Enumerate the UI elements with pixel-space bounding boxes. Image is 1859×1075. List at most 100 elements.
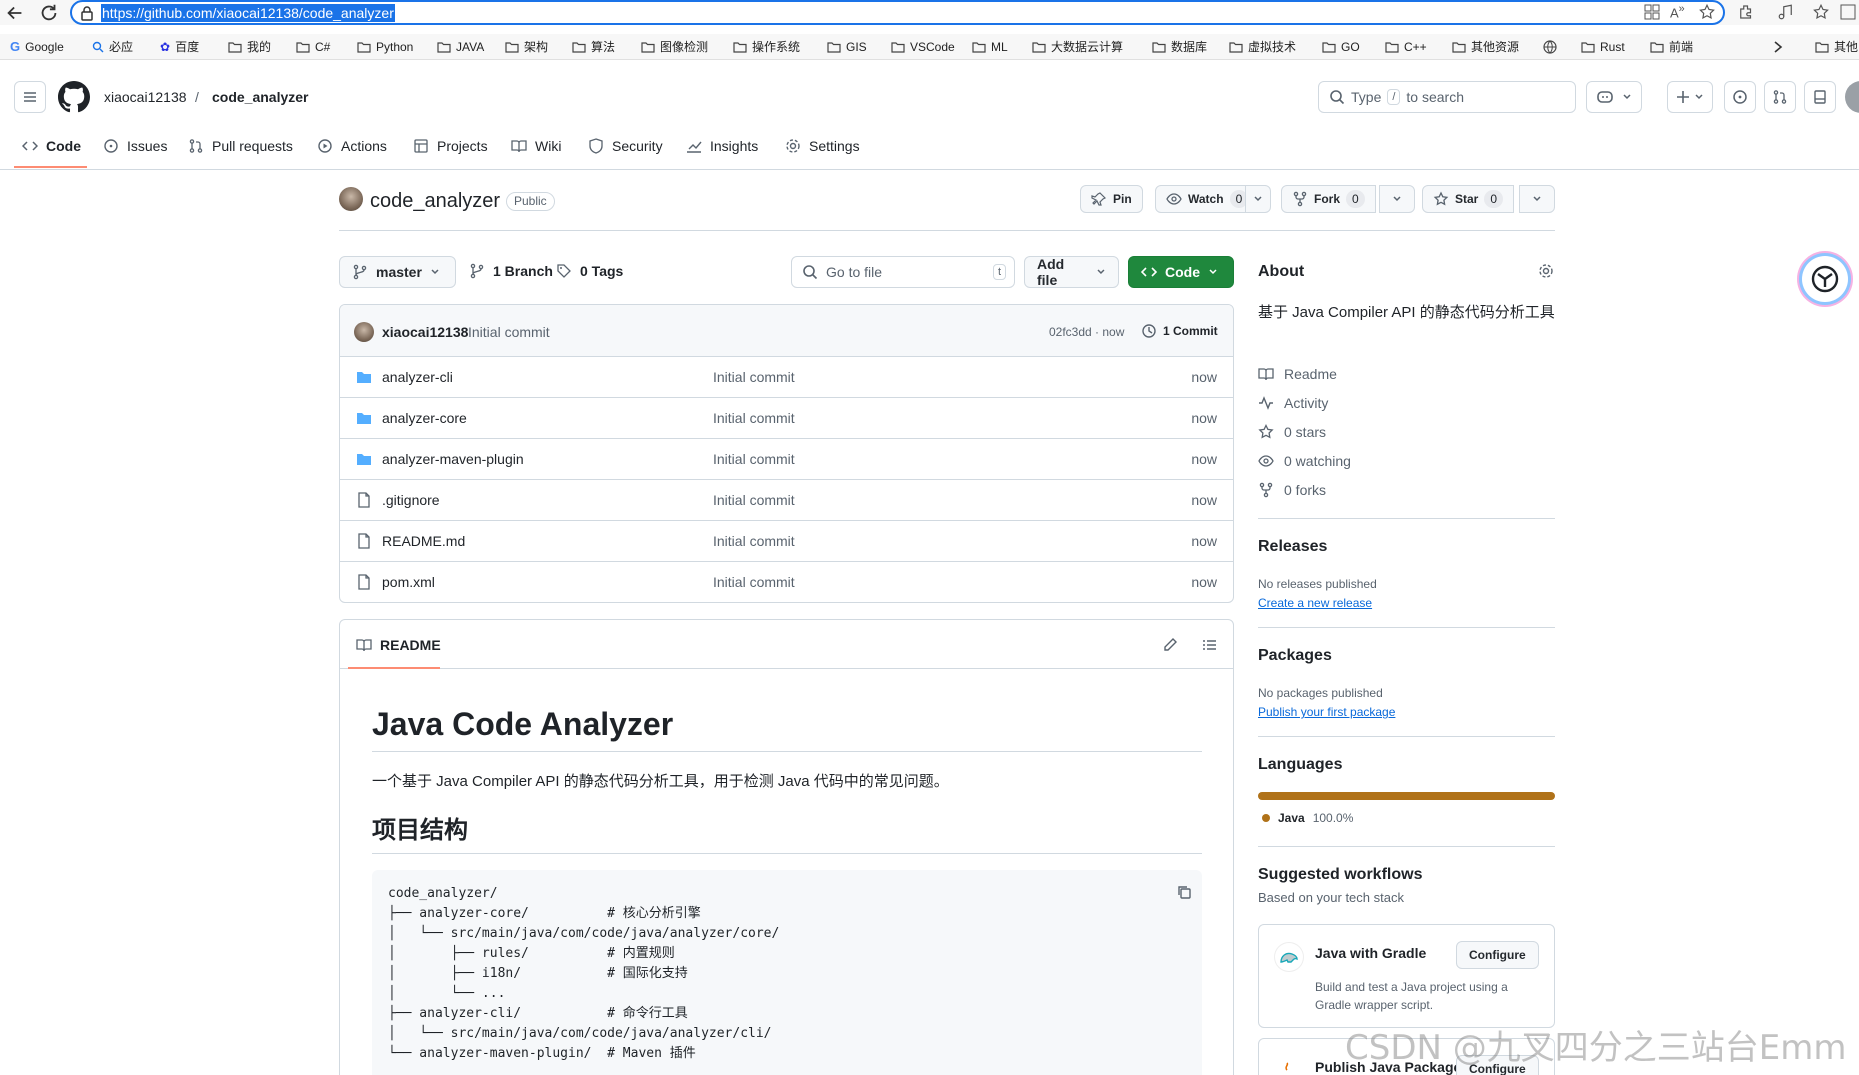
add-file-button[interactable]: Add file	[1024, 256, 1119, 288]
about-activity-link[interactable]: Activity	[1258, 395, 1328, 411]
fork-dropdown[interactable]	[1379, 185, 1415, 213]
file-name-link[interactable]: analyzer-maven-plugin	[382, 451, 524, 467]
menu-button[interactable]	[14, 81, 46, 113]
bookmark-item[interactable]: ML	[972, 38, 1008, 56]
releases-heading[interactable]: Releases	[1258, 538, 1555, 556]
tab-actions[interactable]: Actions	[317, 135, 387, 157]
bookmark-item[interactable]: C#	[296, 38, 330, 56]
bookmark-item[interactable]: Python	[357, 38, 413, 56]
go-to-file-input[interactable]: Go to file t	[791, 256, 1015, 288]
url-text[interactable]: https://github.com/xiaocai12138/code_ana…	[101, 4, 395, 22]
pin-button[interactable]: Pin	[1080, 185, 1143, 213]
readme-tab[interactable]: README	[356, 637, 441, 653]
floating-extension-icon[interactable]	[1802, 256, 1848, 302]
about-stars-link[interactable]: 0 stars	[1258, 424, 1326, 440]
bookmark-item[interactable]: 虚拟技术	[1229, 38, 1296, 56]
file-commit-message[interactable]: Initial commit	[713, 369, 795, 385]
bookmark-item[interactable]: JAVA	[437, 38, 484, 56]
repo-owner-avatar[interactable]	[339, 187, 363, 211]
bookmark-item[interactable]: 前端	[1650, 38, 1693, 56]
bookmark-item[interactable]: 我的	[228, 38, 271, 56]
commits-link[interactable]: 1 Commit	[1141, 323, 1218, 339]
star-button[interactable]: Star 0	[1422, 185, 1515, 213]
code-button[interactable]: Code	[1128, 256, 1234, 288]
bookmark-item[interactable]: 图像检测	[641, 38, 708, 56]
issues-button[interactable]	[1724, 81, 1756, 113]
address-bar[interactable]: https://github.com/xiaocai12138/code_ana…	[70, 0, 1725, 25]
sidebar-icon[interactable]	[1840, 3, 1856, 21]
file-commit-message[interactable]: Initial commit	[713, 574, 795, 590]
repo-title[interactable]: code_analyzer	[370, 189, 500, 213]
pull-requests-button[interactable]	[1764, 81, 1796, 113]
about-readme-link[interactable]: Readme	[1258, 366, 1337, 382]
language-item[interactable]: Java 100.0%	[1262, 811, 1353, 825]
bookmark-item[interactable]: 数据库	[1152, 38, 1207, 56]
branch-selector[interactable]: master	[339, 256, 456, 288]
search-input[interactable]: Type / to search	[1318, 81, 1576, 113]
bookmark-item[interactable]: 算法	[572, 38, 615, 56]
file-name-link[interactable]: README.md	[382, 533, 465, 549]
file-name-link[interactable]: .gitignore	[382, 492, 440, 508]
commit-message[interactable]: Initial commit	[468, 324, 550, 340]
bookmark-item[interactable]: 大数据云计算	[1032, 38, 1123, 56]
breadcrumb-owner[interactable]: xiaocai12138	[104, 88, 187, 106]
favorite-star-icon[interactable]	[1698, 3, 1716, 21]
tab-security[interactable]: Security	[588, 135, 663, 157]
bookmark-item[interactable]: 必应	[92, 38, 133, 56]
about-forks-link[interactable]: 0 forks	[1258, 482, 1326, 498]
tab-pull-requests[interactable]: Pull requests	[188, 135, 293, 157]
publish-package-link[interactable]: Publish your first package	[1258, 705, 1395, 719]
bookmark-item[interactable]: GIS	[827, 38, 867, 56]
watch-dropdown[interactable]	[1245, 185, 1271, 213]
file-commit-message[interactable]: Initial commit	[713, 533, 795, 549]
tab-issues[interactable]: Issues	[103, 135, 167, 157]
tab-code[interactable]: Code	[22, 135, 81, 157]
bookmark-item[interactable]: G Google	[10, 38, 64, 56]
gear-icon[interactable]	[1538, 263, 1554, 279]
file-commit-message[interactable]: Initial commit	[713, 451, 795, 467]
tags-link[interactable]: 0 Tags	[556, 263, 623, 279]
bookmark-item[interactable]: 架构	[505, 38, 548, 56]
tab-projects[interactable]: Projects	[413, 135, 488, 157]
copilot-button[interactable]	[1586, 81, 1642, 113]
create-new-button[interactable]	[1667, 81, 1713, 113]
collections-icon[interactable]	[1812, 3, 1830, 21]
copy-icon[interactable]	[1176, 884, 1192, 900]
bookmark-item[interactable]: GO	[1322, 38, 1360, 56]
bookmark-item[interactable]	[1543, 38, 1557, 56]
commit-hash-time[interactable]: 02fc3dd · now	[1049, 325, 1124, 339]
file-name-link[interactable]: analyzer-core	[382, 410, 467, 426]
file-commit-message[interactable]: Initial commit	[713, 492, 795, 508]
bookmark-item[interactable]: 其他资源	[1452, 38, 1519, 56]
file-commit-message[interactable]: Initial commit	[713, 410, 795, 426]
about-watching-link[interactable]: 0 watching	[1258, 453, 1351, 469]
read-aloud-icon[interactable]: A»	[1670, 3, 1685, 20]
bookmark-item[interactable]: ✿ 百度	[160, 38, 199, 56]
watch-button[interactable]: Watch 0	[1155, 185, 1260, 213]
apps-icon[interactable]	[1643, 3, 1661, 21]
chevron-right-icon[interactable]	[1772, 40, 1784, 54]
github-logo-icon[interactable]	[58, 81, 90, 113]
commit-author-avatar[interactable]	[354, 322, 374, 342]
bookmark-item[interactable]: 操作系统	[733, 38, 800, 56]
tab-insights[interactable]: Insights	[686, 135, 758, 157]
create-release-link[interactable]: Create a new release	[1258, 596, 1372, 610]
breadcrumb-repo[interactable]: code_analyzer	[212, 88, 309, 106]
bookmark-item[interactable]: Rust	[1581, 38, 1625, 56]
configure-button[interactable]: Configure	[1456, 941, 1539, 969]
tab-settings[interactable]: Settings	[785, 135, 860, 157]
inbox-button[interactable]	[1804, 81, 1836, 113]
outline-list-icon[interactable]	[1202, 637, 1218, 653]
extensions-icon[interactable]	[1737, 3, 1755, 21]
media-icon[interactable]	[1777, 3, 1795, 21]
commit-author[interactable]: xiaocai12138	[382, 324, 468, 340]
bookmark-item[interactable]: C++	[1385, 38, 1427, 56]
bookmark-item[interactable]: VSCode	[891, 38, 955, 56]
star-dropdown[interactable]	[1519, 185, 1555, 213]
tab-wiki[interactable]: Wiki	[511, 135, 561, 157]
file-name-link[interactable]: analyzer-cli	[382, 369, 453, 385]
reload-icon[interactable]	[38, 2, 60, 24]
bookmark-item[interactable]: 其他	[1815, 38, 1858, 56]
packages-heading[interactable]: Packages	[1258, 647, 1555, 665]
branches-link[interactable]: 1 Branch	[469, 263, 553, 279]
